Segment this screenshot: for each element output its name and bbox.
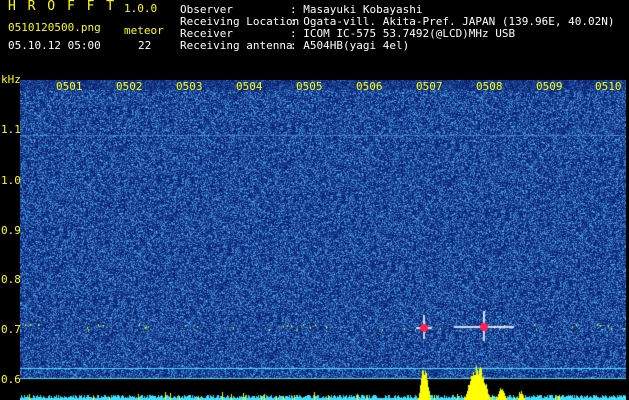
x-tick-0503: 0503 [176, 80, 203, 93]
y-tick-0.8: 0.8 [1, 273, 21, 286]
y-tick-0.6: 0.6 [1, 373, 21, 386]
file-name: 0510120500.png [8, 21, 101, 34]
x-tick-0502: 0502 [116, 80, 143, 93]
app-title: H R O F F T [8, 0, 117, 14]
x-tick-0510: 0510 [595, 80, 622, 93]
x-tick-0508: 0508 [476, 80, 503, 93]
antenna-value: : A504HB(yagi 4el) [290, 39, 410, 52]
x-tick-0501: 0501 [56, 80, 83, 93]
x-tick-0507: 0507 [416, 80, 443, 93]
hroftt-window: H R O F F T 1.0.0 0510120500.png meteor … [0, 0, 629, 400]
app-version: 1.0.0 [124, 2, 158, 15]
y-tick-1.1: 1.1 [1, 123, 21, 136]
y-axis-unit: kHz [1, 73, 21, 86]
y-tick-0.9: 0.9 [1, 224, 21, 237]
y-tick-1.0: 1.0 [1, 174, 21, 187]
file-datetime: 05.10.12 05:00 [8, 39, 101, 52]
y-tick-0.7: 0.7 [1, 323, 21, 336]
meteor-label: meteor [124, 24, 164, 37]
meteor-count: 22 [138, 39, 152, 52]
x-tick-0505: 0505 [296, 80, 323, 93]
antenna-label: Receiving antenna [180, 39, 293, 52]
x-tick-0506: 0506 [356, 80, 383, 93]
x-tick-0504: 0504 [236, 80, 263, 93]
spectrogram-waterfall [20, 80, 626, 400]
x-tick-0509: 0509 [536, 80, 563, 93]
